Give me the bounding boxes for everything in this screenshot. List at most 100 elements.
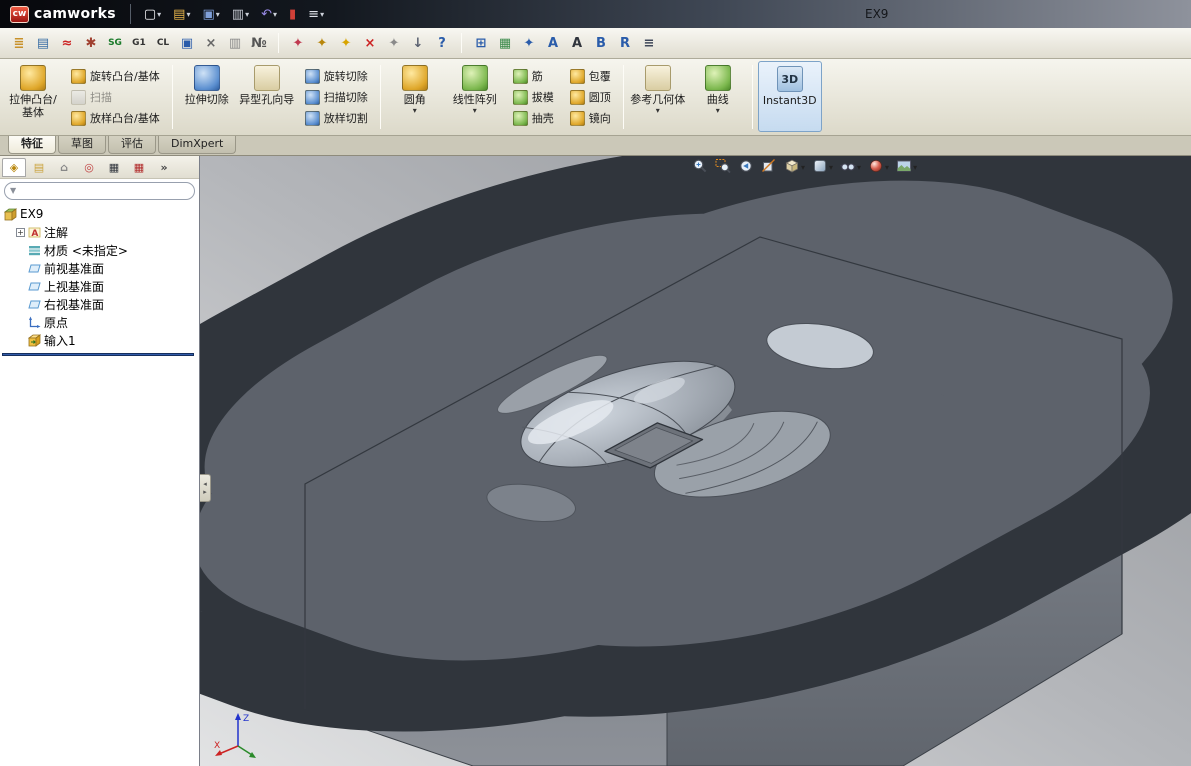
drill-blue-button[interactable]: ✦ xyxy=(518,32,540,54)
tree-item[interactable]: 上视基准面 xyxy=(0,277,199,295)
instant3d-button[interactable]: 3D Instant3D xyxy=(757,61,822,132)
lofted-boss-base-button[interactable]: 放样凸台/基体 xyxy=(66,108,165,128)
wrap-button[interactable]: 包覆 xyxy=(565,66,616,86)
sg-badge-button[interactable]: SG xyxy=(104,32,126,54)
tree-item[interactable]: 材质 <未指定> xyxy=(0,241,199,259)
revolved-cut-button[interactable]: 旋转切除 xyxy=(300,66,373,86)
camworks-feature-tree-tab[interactable]: ▦ xyxy=(102,158,126,177)
revolved-boss-base-button[interactable]: 旋转凸台/基体 xyxy=(66,66,165,86)
view-orientation-button[interactable]: ▾ xyxy=(784,158,805,177)
drill-cross-red-button[interactable]: × xyxy=(359,32,381,54)
previous-view-button[interactable] xyxy=(738,158,754,177)
panel-tabs-overflow[interactable]: » xyxy=(152,158,176,177)
tab-dimxpert[interactable]: DimXpert xyxy=(158,136,237,154)
tree-item[interactable]: 前视基准面 xyxy=(0,259,199,277)
featuremanager-tree-tab[interactable]: ◈ xyxy=(2,157,26,177)
draft-button[interactable]: 拔模 xyxy=(508,87,559,107)
rebuild-stoplight-button[interactable]: ▮ xyxy=(286,6,299,23)
propertymanager-tab[interactable]: ▤ xyxy=(27,158,51,177)
hide-show-items-button[interactable]: ▾ xyxy=(840,158,861,177)
section-view-button[interactable] xyxy=(761,158,777,177)
rollback-bar[interactable] xyxy=(2,353,194,356)
notebook-button[interactable]: ▤ xyxy=(32,32,54,54)
extruded-cut-button[interactable]: 拉伸切除 xyxy=(178,61,236,132)
mirror-button[interactable]: 镜向 xyxy=(565,108,616,128)
dropdown-arrow-icon[interactable]: ▾ xyxy=(716,106,720,115)
rib-button[interactable]: 筋 xyxy=(508,66,559,86)
help-button[interactable]: ? xyxy=(431,32,453,54)
tree-item-root[interactable]: EX9 xyxy=(0,205,199,223)
dropdown-arrow-icon[interactable]: ▾ xyxy=(186,10,190,19)
dome-button[interactable]: 圆顶 xyxy=(565,87,616,107)
fillet-button[interactable]: 圆角 ▾ xyxy=(386,61,444,132)
drill-gold-button[interactable]: ✦ xyxy=(311,32,333,54)
tab-evaluate[interactable]: 评估 xyxy=(108,136,156,154)
dropdown-arrow-icon[interactable]: ▾ xyxy=(320,10,324,19)
print-button[interactable]: ▥ ▾ xyxy=(229,6,252,23)
scissors-button[interactable]: × xyxy=(200,32,222,54)
tree-item[interactable]: + A 注解 xyxy=(0,223,199,241)
zoom-to-fit-button[interactable] xyxy=(692,158,708,177)
undo-button[interactable]: ↶ ▾ xyxy=(258,6,280,23)
swept-cut-button[interactable]: 扫描切除 xyxy=(300,87,373,107)
dropdown-arrow-icon[interactable]: ▾ xyxy=(857,163,861,172)
graphics-area[interactable] xyxy=(200,156,1191,766)
tree-filter-input[interactable] xyxy=(4,182,195,200)
dropdown-arrow-icon[interactable]: ▾ xyxy=(801,163,805,172)
apply-scene-button[interactable]: ▾ xyxy=(896,158,917,177)
list-equals-button[interactable]: ≡ xyxy=(638,32,660,54)
letter-b-blue-button[interactable]: B xyxy=(590,32,612,54)
extruded-boss-base-button[interactable]: 拉伸凸台/基体 xyxy=(4,61,62,132)
gear-button[interactable]: ✱ xyxy=(80,32,102,54)
options-list-button[interactable]: ≡ ▾ xyxy=(305,6,327,23)
zoom-to-area-button[interactable] xyxy=(715,158,731,177)
dropdown-arrow-icon[interactable]: ▾ xyxy=(216,10,220,19)
tree-item[interactable]: 输入1 xyxy=(0,331,199,349)
dropdown-arrow-icon[interactable]: ▾ xyxy=(885,163,889,172)
drill-red-button[interactable]: ✦ xyxy=(287,32,309,54)
tab-features[interactable]: 特征 xyxy=(8,136,56,154)
display-style-button[interactable]: ▾ xyxy=(812,158,833,177)
tree-item[interactable]: 原点 xyxy=(0,313,199,331)
cl-badge-button[interactable]: CL xyxy=(152,32,174,54)
tab-sketch[interactable]: 草图 xyxy=(58,136,106,154)
numbered-list-button[interactable]: № xyxy=(248,32,270,54)
dropdown-arrow-icon[interactable]: ▾ xyxy=(656,106,660,115)
dropdown-arrow-icon[interactable]: ▾ xyxy=(913,163,917,172)
red-wave-button[interactable]: ≈ xyxy=(56,32,78,54)
open-folder-button[interactable]: ▤ ▾ xyxy=(170,6,193,23)
curves-button[interactable]: 曲线 ▾ xyxy=(689,61,747,132)
checklist-button[interactable]: ▦ xyxy=(494,32,516,54)
new-document-button[interactable]: ▢ ▾ xyxy=(141,6,164,23)
mold-cavity[interactable] xyxy=(200,257,1051,589)
letter-a-dark-button[interactable]: A xyxy=(566,32,588,54)
dropdown-arrow-icon[interactable]: ▾ xyxy=(413,106,417,115)
edit-appearance-button[interactable]: ▾ xyxy=(868,158,889,177)
save-button[interactable]: ▣ ▾ xyxy=(199,6,222,23)
hole-wizard-button[interactable]: 异型孔向导 xyxy=(238,61,296,132)
g1-badge-button[interactable]: G1 xyxy=(128,32,150,54)
tree-item[interactable]: 右视基准面 xyxy=(0,295,199,313)
dropdown-arrow-icon[interactable]: ▾ xyxy=(245,10,249,19)
expand-toggle[interactable]: + xyxy=(16,227,25,237)
lofted-cut-button[interactable]: 放样切割 xyxy=(300,108,373,128)
sheet-button[interactable]: ▥ xyxy=(224,32,246,54)
reference-geometry-button[interactable]: 参考几何体 ▾ xyxy=(629,61,687,132)
shell-button[interactable]: 抽壳 xyxy=(508,108,559,128)
dropdown-arrow-icon[interactable]: ▾ xyxy=(157,10,161,19)
letter-r-blue-button[interactable]: R xyxy=(614,32,636,54)
drill-gray-button[interactable]: ✦ xyxy=(383,32,405,54)
letter-a-blue-button[interactable]: A xyxy=(542,32,564,54)
stack-gold-button[interactable]: ≣ xyxy=(8,32,30,54)
dropdown-arrow-icon[interactable]: ▾ xyxy=(829,163,833,172)
dimxpertmanager-tab[interactable]: ◎ xyxy=(77,158,101,177)
panel-splitter-handle[interactable]: ◂ ▸ xyxy=(200,474,211,502)
dropdown-arrow-icon[interactable]: ▾ xyxy=(273,10,277,19)
camworks-operation-tree-tab[interactable]: ▦ xyxy=(127,158,151,177)
down-arrow-button[interactable]: ↓ xyxy=(407,32,429,54)
drill-yellow-button[interactable]: ✦ xyxy=(335,32,357,54)
dropdown-arrow-icon[interactable]: ▾ xyxy=(473,106,477,115)
monitor-button[interactable]: ▣ xyxy=(176,32,198,54)
configurationmanager-tab[interactable]: ⌂ xyxy=(52,158,76,177)
grid-plus-button[interactable]: ⊞ xyxy=(470,32,492,54)
